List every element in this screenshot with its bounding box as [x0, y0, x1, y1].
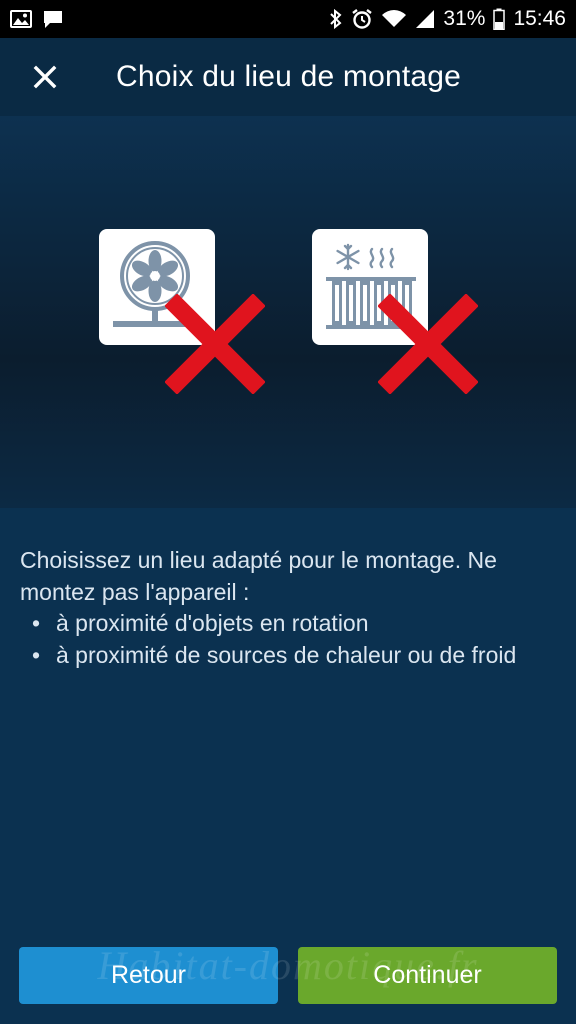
close-button[interactable]	[0, 38, 90, 116]
instructions-list: • à proximité d'objets en rotation • à p…	[20, 608, 560, 671]
page-title: Choix du lieu de montage	[116, 60, 462, 93]
forbidden-cross-icon	[378, 294, 478, 394]
clock: 15:46	[513, 7, 566, 30]
close-icon	[33, 65, 57, 89]
list-item: • à proximité de sources de chaleur ou d…	[20, 640, 560, 672]
alarm-icon	[351, 8, 373, 30]
back-button[interactable]: Retour	[19, 947, 278, 1004]
instructions: Choisissez un lieu adapté pour le montag…	[20, 545, 560, 671]
signal-icon	[415, 9, 435, 29]
forbidden-cross-icon	[165, 294, 265, 394]
continue-button[interactable]: Continuer	[298, 947, 557, 1004]
bullet-dot: •	[32, 610, 41, 636]
status-right: 31% 15:46	[329, 7, 566, 31]
message-icon	[42, 9, 64, 29]
wifi-icon	[381, 9, 407, 29]
list-item: • à proximité d'objets en rotation	[20, 608, 560, 640]
illustration	[0, 116, 576, 508]
list-item-text: à proximité d'objets en rotation	[56, 610, 369, 636]
status-bar: 31% 15:46	[0, 0, 576, 38]
battery-percentage: 31%	[443, 7, 486, 30]
screen: 31% 15:46 Choix du lieu de montage Chois…	[0, 0, 576, 1024]
app-bar: Choix du lieu de montage	[0, 38, 576, 116]
instructions-intro: Choisissez un lieu adapté pour le montag…	[20, 547, 497, 605]
gallery-icon	[10, 10, 32, 28]
bluetooth-icon	[329, 8, 343, 30]
battery-icon	[493, 8, 506, 30]
bullet-dot: •	[32, 641, 41, 668]
list-item-text: à proximité de sources de chaleur ou de …	[56, 641, 517, 668]
status-left	[10, 9, 64, 29]
